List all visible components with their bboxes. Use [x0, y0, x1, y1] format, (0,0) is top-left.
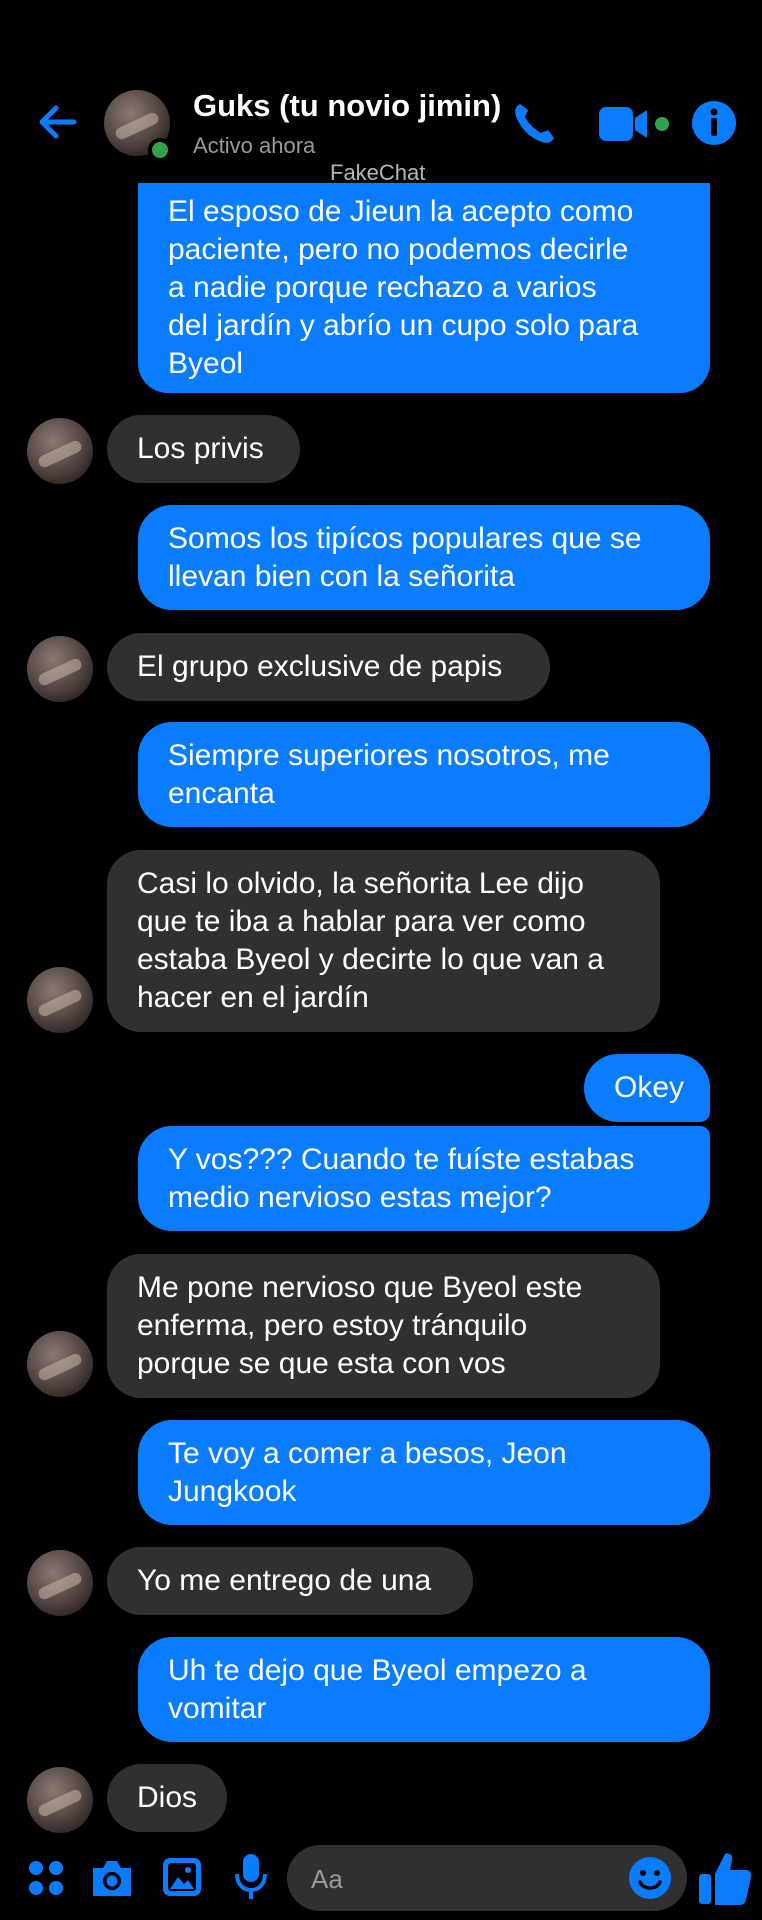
contact-name[interactable]: Guks (tu novio jimin) [193, 88, 501, 124]
message-input[interactable] [309, 1845, 613, 1913]
contact-avatar-small [27, 1331, 93, 1397]
message-bubble-incoming[interactable]: Casi lo olvido, la señorita Lee dijo que… [107, 850, 660, 1032]
phone-icon[interactable] [508, 98, 560, 150]
message-bubble-outgoing[interactable]: Siempre superiores nosotros, me encanta [138, 722, 710, 827]
message-bubble-incoming[interactable]: El grupo exclusive de papis [107, 633, 550, 701]
message-bubble-outgoing[interactable]: Y vos??? Cuando te fuíste estabas medio … [138, 1126, 710, 1231]
message-bubble-incoming[interactable]: Me pone nervioso que Byeol este enferma,… [107, 1254, 660, 1398]
microphone-icon[interactable] [232, 1852, 270, 1902]
message-bubble-outgoing[interactable]: El esposo de Jieun la acepto como pacien… [138, 183, 710, 393]
online-indicator [148, 138, 172, 162]
camera-icon[interactable] [89, 1856, 135, 1900]
active-status: Activo ahora [193, 133, 316, 158]
contact-avatar-small [27, 418, 93, 484]
thumbs-up-icon[interactable] [696, 1848, 754, 1908]
message-bubble-outgoing[interactable]: Okey [584, 1054, 710, 1122]
contact-avatar-small [27, 636, 93, 702]
video-camera-icon[interactable] [597, 104, 671, 144]
gallery-icon[interactable] [160, 1855, 204, 1899]
message-input-container[interactable] [287, 1845, 687, 1913]
message-bubble-incoming[interactable]: Los privis [107, 415, 300, 483]
message-bubble-outgoing[interactable]: Somos los tipícos populares que se lleva… [138, 505, 710, 610]
apps-icon[interactable] [26, 1858, 66, 1898]
contact-avatar-small [27, 1767, 93, 1833]
message-bubble-outgoing[interactable]: Te voy a comer a besos, Jeon Jungkook [138, 1420, 710, 1525]
message-bubble-outgoing[interactable]: Uh te dejo que Byeol empezo a vomitar [138, 1637, 710, 1742]
back-arrow-icon[interactable] [34, 98, 82, 146]
info-icon[interactable] [688, 97, 740, 149]
message-bubble-incoming[interactable]: Dios [107, 1764, 227, 1832]
contact-avatar-small [27, 1550, 93, 1616]
emoji-icon[interactable] [627, 1855, 673, 1901]
contact-avatar-small [27, 967, 93, 1033]
message-bubble-incoming[interactable]: Yo me entrego de una [107, 1547, 473, 1615]
